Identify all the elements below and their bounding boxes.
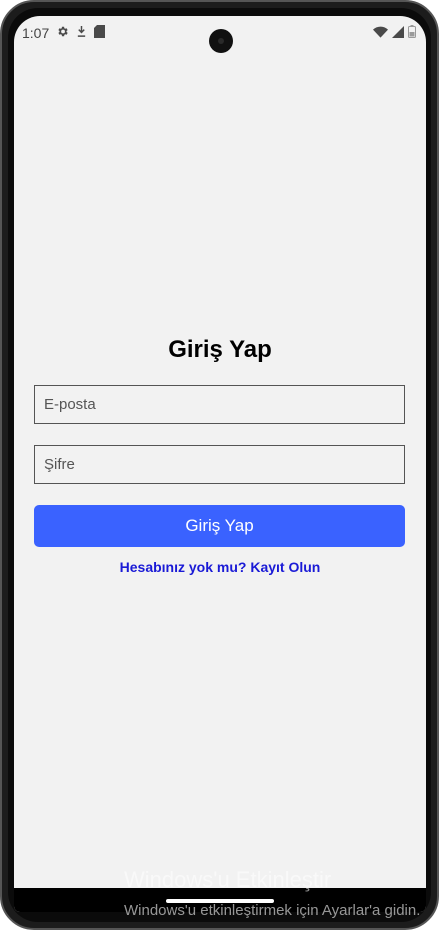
status-left: 1:07 <box>22 25 106 41</box>
phone-screen: 1:07 Giriş Yap E-posta Giriş Yap Hesabın… <box>14 16 426 912</box>
register-link[interactable]: Hesabınız yok mu? Kayıt Olun <box>14 559 426 575</box>
status-time: 1:07 <box>22 25 50 41</box>
download-icon <box>76 25 87 41</box>
battery-icon <box>408 25 416 41</box>
wifi-icon <box>373 25 388 41</box>
page-title: Giriş Yap <box>168 336 272 363</box>
login-button[interactable]: Giriş Yap <box>34 505 405 547</box>
status-right <box>373 25 416 41</box>
email-field[interactable] <box>34 385 405 424</box>
sd-card-icon <box>94 25 106 41</box>
home-indicator[interactable] <box>166 899 274 903</box>
cellular-signal-icon <box>392 25 404 41</box>
front-camera <box>209 29 233 53</box>
password-field[interactable] <box>34 445 405 484</box>
gear-icon <box>56 25 69 41</box>
phone-frame: 1:07 Giriş Yap E-posta Giriş Yap Hesabın… <box>0 0 439 930</box>
